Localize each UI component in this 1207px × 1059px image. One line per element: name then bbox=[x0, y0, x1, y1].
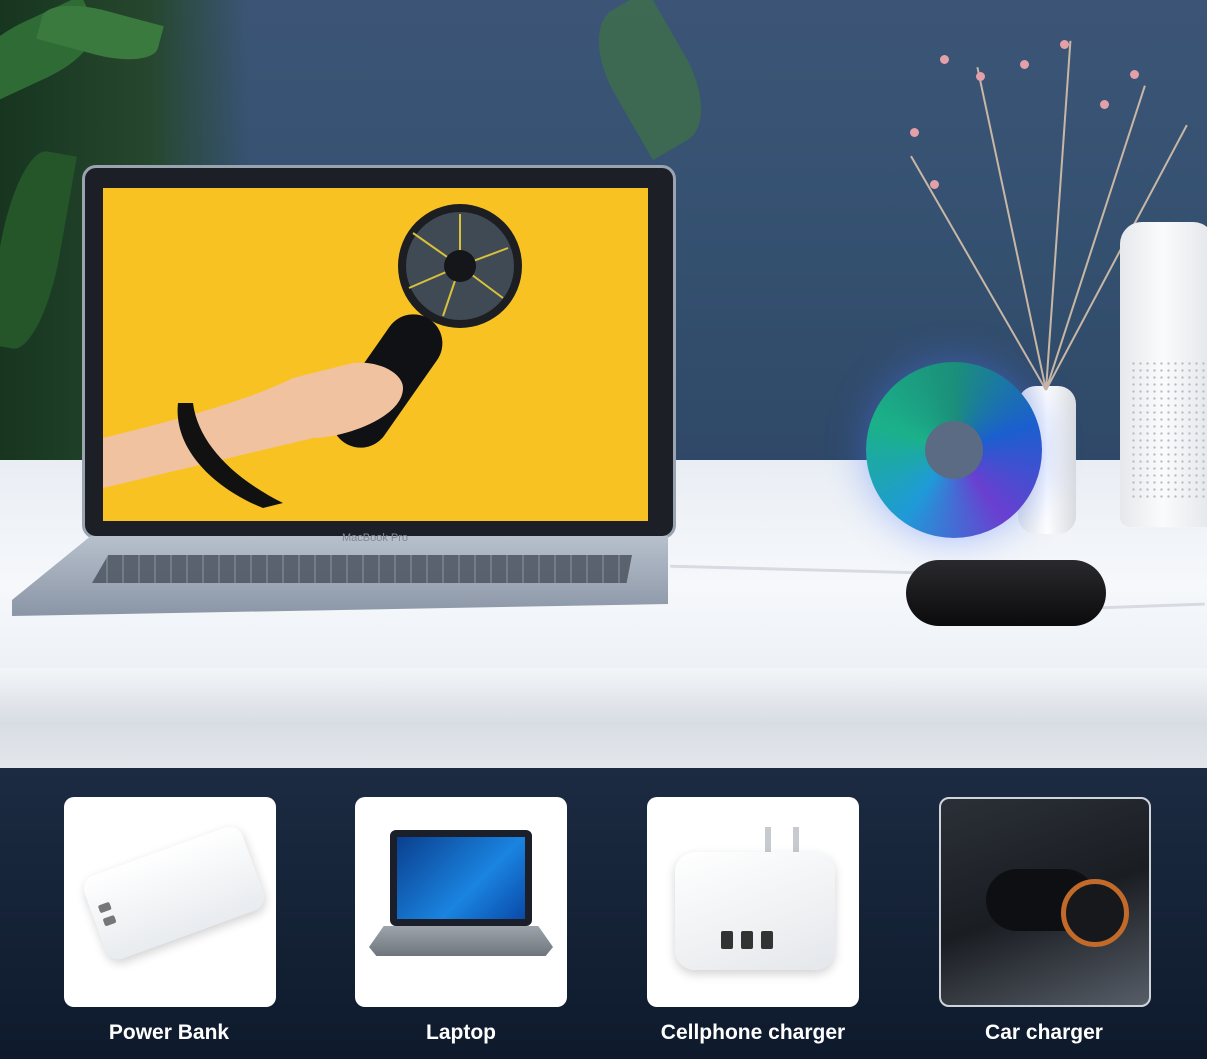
laptop-keyboard-base bbox=[369, 926, 553, 956]
fan-hub bbox=[925, 421, 983, 479]
flower-bloom bbox=[930, 180, 939, 189]
flower-bloom bbox=[1100, 100, 1109, 109]
flower-bloom bbox=[910, 128, 919, 137]
power-bank-label: Power Bank bbox=[108, 1021, 230, 1044]
product-photo-scene: MacBook Pro Power Bank Laptop Cellphone … bbox=[0, 0, 1207, 1059]
desk-edge bbox=[0, 668, 1207, 768]
laptop-label: Laptop bbox=[426, 1021, 496, 1044]
cellphone-charger-card bbox=[647, 797, 859, 1007]
car-socket bbox=[1061, 879, 1129, 947]
usb-port bbox=[721, 931, 733, 949]
power-bank-card bbox=[64, 797, 276, 1007]
car-charger-label: Car charger bbox=[985, 1021, 1103, 1044]
fan-handle-base bbox=[906, 560, 1106, 626]
wall-charger-image bbox=[675, 852, 835, 970]
laptop-display bbox=[397, 837, 525, 919]
handheld-fan-image bbox=[103, 204, 522, 508]
laptop-screen bbox=[103, 188, 648, 521]
power-bank-image bbox=[80, 822, 268, 964]
cellphone-charger-label: Cellphone charger bbox=[660, 1021, 846, 1044]
laptop-card bbox=[355, 797, 567, 1007]
laptop-keyboard bbox=[92, 555, 632, 583]
flower-bloom bbox=[1060, 40, 1069, 49]
flower-bloom bbox=[1130, 70, 1139, 79]
usb-port bbox=[741, 931, 753, 949]
purifier-grille bbox=[1130, 360, 1207, 500]
usb-port bbox=[761, 931, 773, 949]
laptop-brand-label: MacBook Pro bbox=[341, 532, 409, 544]
flower-bloom bbox=[1020, 60, 1029, 69]
flower-bloom bbox=[976, 72, 985, 81]
flower-bloom bbox=[940, 55, 949, 64]
car-charger-card bbox=[939, 797, 1151, 1007]
